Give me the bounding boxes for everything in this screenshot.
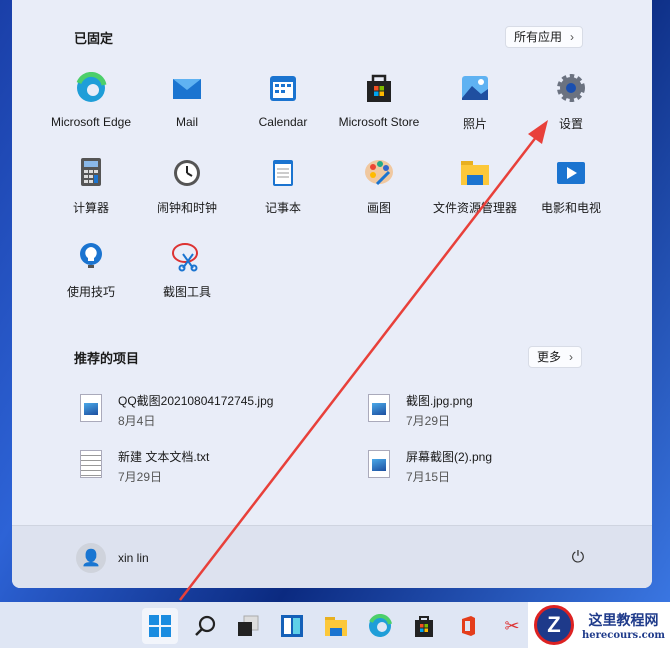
watermark-logo: Z [534,605,574,645]
snipping-tool-button[interactable]: ✂ [494,608,530,644]
store-icon [415,616,433,637]
edge-icon [369,614,392,637]
notepad-icon [273,160,293,186]
image-file-icon [80,394,102,422]
watermark: Z 这里教程网 herecours.com [528,602,670,648]
pinned-app-clock[interactable]: 闹钟和时钟 [139,156,235,216]
pinned-title: 已固定 [74,31,114,46]
more-label: 更多 [537,350,562,364]
app-label: 文件资源管理器 [432,201,517,215]
recommended-item[interactable]: QQ截图20210804172745.jpg 8月4日 [80,392,273,429]
pinned-app-paint[interactable]: 画图 [331,156,427,216]
power-button[interactable]: ⏻ [566,546,590,570]
power-icon: ⏻ [571,549,585,566]
task-view-button[interactable] [230,608,266,644]
text-file-icon [80,450,102,478]
edge-button[interactable] [362,608,398,644]
file-name: 截图.jpg.png [406,394,473,408]
edge-icon [76,71,107,102]
pinned-app-folder[interactable]: 文件资源管理器 [427,156,523,216]
app-label: 计算器 [72,201,109,215]
chevron-right-icon: › [570,30,575,44]
pinned-app-store[interactable]: Microsoft Store [331,72,427,129]
pinned-app-edge[interactable]: Microsoft Edge [43,71,139,129]
app-label: 设置 [558,117,583,131]
pinned-app-snipping[interactable]: 截图工具 [139,240,235,300]
app-label: 闹钟和时钟 [156,201,217,215]
avatar: 👤 [76,543,106,573]
app-label: 记事本 [264,201,301,215]
pinned-app-gear[interactable]: 设置 [523,72,619,132]
app-label: 截图工具 [162,285,211,299]
watermark-title: 这里教程网 [588,612,659,629]
store-button[interactable] [406,608,442,644]
search-button[interactable] [187,608,223,644]
clock-icon [174,160,200,186]
watermark-url: herecours.com [582,629,666,641]
start-menu: 已固定 所有应用 › Microsoft Edge Mail Calendar Micr… [12,0,652,588]
task-view-icon [238,615,259,636]
office-button[interactable] [450,608,486,644]
photos-icon [462,76,488,100]
file-name: QQ截图20210804172745.jpg [118,394,274,408]
app-label: 使用技巧 [66,285,115,299]
pinned-app-tips[interactable]: 使用技巧 [43,240,139,300]
tips-icon [80,243,102,268]
file-date: 7月15日 [406,470,451,484]
movies-icon [557,162,585,184]
app-label: Mail [175,115,198,129]
app-label: 电影和电视 [540,201,601,215]
widgets-button[interactable] [274,608,310,644]
recommended-item[interactable]: 截图.jpg.png 7月29日 [368,392,473,429]
recommended-title: 推荐的项目 [74,351,140,366]
user-button[interactable]: 👤 xin lin [76,543,149,573]
app-label: Microsoft Store [338,115,420,129]
file-name: 屏幕截图(2).png [406,450,493,464]
image-file-icon [368,450,390,478]
snipping-icon: ✂ [504,615,520,636]
pinned-app-calculator[interactable]: 计算器 [43,156,139,216]
paint-icon [365,160,393,186]
more-button[interactable]: 更多 › [528,346,583,368]
pinned-app-photos[interactable]: 照片 [427,72,523,132]
user-name: xin lin [118,551,149,565]
snipping-icon [172,243,198,272]
mail-icon [173,79,201,99]
folder-icon [461,161,489,185]
start-footer: 👤 xin lin ⏻ [12,525,652,588]
file-date: 8月4日 [118,414,156,428]
app-label: 照片 [462,117,487,131]
all-apps-label: 所有应用 [514,30,563,44]
gear-icon [557,74,585,102]
file-explorer-button[interactable] [318,608,354,644]
app-label: Microsoft Edge [50,115,132,129]
chevron-right-icon: › [569,350,574,364]
folder-icon [325,617,347,636]
app-label: Calendar [258,115,308,129]
all-apps-button[interactable]: 所有应用 › [505,26,584,48]
store-icon [367,74,391,102]
file-date: 7月29日 [406,414,451,428]
widgets-icon [281,615,303,637]
calendar-icon [270,76,296,101]
search-icon [195,615,216,636]
recommended-item[interactable]: 新建 文本文档.txt 7月29日 [80,448,209,485]
recommended-item[interactable]: 屏幕截图(2).png 7月15日 [368,448,492,485]
app-label: 画图 [366,201,391,215]
pinned-app-calendar[interactable]: Calendar [235,72,331,129]
office-icon [462,616,475,636]
start-button[interactable] [142,608,178,644]
windows-icon [149,615,171,637]
pinned-app-movies[interactable]: 电影和电视 [523,156,619,216]
file-date: 7月29日 [118,470,163,484]
image-file-icon [368,394,390,422]
file-name: 新建 文本文档.txt [118,450,210,464]
calculator-icon [81,158,101,186]
pinned-app-mail[interactable]: Mail [139,72,235,129]
pinned-app-notepad[interactable]: 记事本 [235,156,331,216]
